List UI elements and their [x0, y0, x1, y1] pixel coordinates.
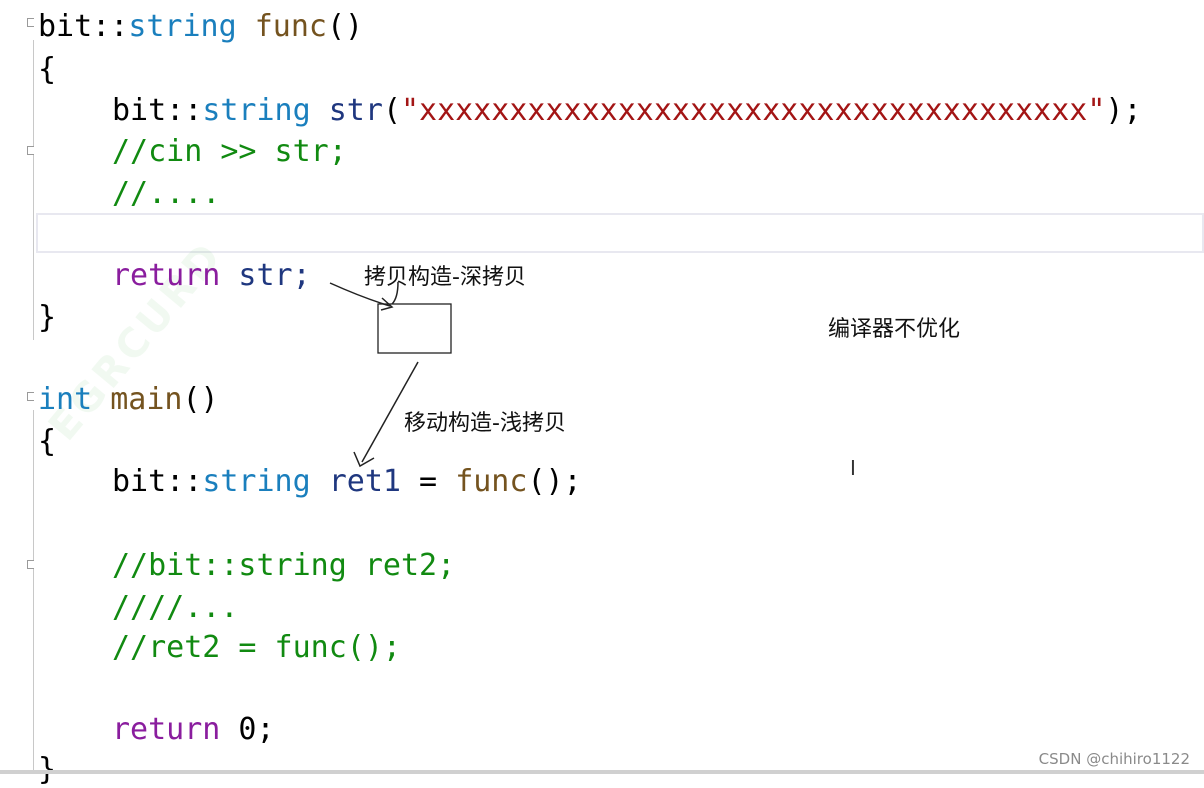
annotation-move-shallow: 移动构造-浅拷贝 — [404, 411, 566, 436]
text-cursor-icon: I — [850, 456, 856, 480]
handwritten-annotations — [329, 281, 452, 468]
bottom-edge — [0, 770, 1204, 774]
annotation-copy-deep: 拷贝构造-深拷贝 — [364, 265, 526, 290]
annotation-no-optimize: 编译器不优化 — [828, 317, 961, 342]
temporary-object-box — [377, 303, 452, 354]
credit-watermark: CSDN @chihiro1122 — [1038, 750, 1190, 768]
